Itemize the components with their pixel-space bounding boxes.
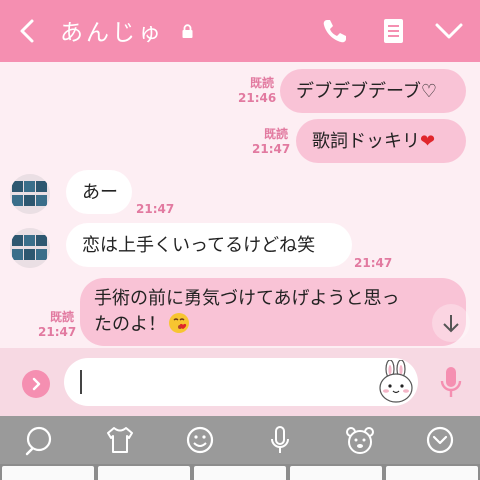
avatar-image (10, 174, 50, 214)
read-receipt: 既読 (249, 76, 274, 90)
avatar[interactable] (10, 228, 50, 268)
message-meta: 既読 21:46 (238, 76, 277, 106)
chevron-down-icon[interactable] (424, 424, 456, 456)
message-bubble-out[interactable]: デブデブデーブ♡ (280, 69, 466, 113)
keyboard-key[interactable] (386, 466, 478, 480)
tshirt-icon[interactable] (104, 424, 136, 456)
mic-button[interactable] (436, 364, 466, 400)
chat-title: あんじゅ (60, 20, 164, 46)
keyboard-key[interactable] (2, 466, 94, 480)
message-text: 恋は上手くいってるけどね笑 (82, 235, 316, 256)
message-bubble-in[interactable]: あー (66, 170, 132, 214)
read-receipt: 既読 (49, 310, 74, 324)
scroll-to-bottom-button[interactable] (432, 304, 470, 342)
notes-button[interactable] (376, 14, 410, 48)
read-receipt: 既読 (263, 127, 288, 141)
timestamp: 21:47 (252, 142, 291, 156)
mic-icon[interactable] (264, 424, 296, 456)
timestamp: 21:46 (238, 91, 277, 105)
avatar-image (10, 228, 50, 268)
lock-icon (182, 24, 193, 38)
keyboard-toolbar (0, 416, 480, 464)
chevron-right-icon (32, 377, 41, 391)
bear-icon[interactable] (344, 424, 376, 456)
timestamp: 21:47 (354, 256, 393, 270)
message-meta: 既読 21:47 (252, 127, 291, 157)
message-meta: 既読 21:47 (38, 310, 77, 340)
message-bubble-in[interactable]: 恋は上手くいってるけどね笑 (66, 223, 352, 267)
call-button[interactable] (318, 14, 352, 48)
message-text-line1: 手術の前に勇気づけてあげようと思っ (94, 288, 400, 309)
smiley-icon[interactable] (184, 424, 216, 456)
keyboard-key[interactable] (98, 466, 190, 480)
message-bubble-out[interactable]: 歌詞ドッキリ❤ (296, 119, 466, 163)
message-text: あー (82, 182, 118, 203)
message-bubble-out[interactable]: 手術の前に勇気づけてあげようと思っ たのよ！ (80, 278, 466, 346)
heart-emoji: ❤ (420, 131, 436, 152)
sticker-button[interactable] (378, 360, 414, 404)
timestamp: 21:47 (38, 325, 77, 339)
message-text-line2: たのよ！ (94, 314, 166, 335)
text-cursor (80, 370, 82, 394)
search-icon[interactable] (24, 424, 56, 456)
arrow-down-icon (443, 315, 459, 333)
kiss-emoji-icon (169, 313, 189, 333)
message-text: 歌詞ドッキリ (312, 131, 420, 152)
message-input[interactable] (64, 358, 418, 406)
keyboard-key[interactable] (194, 466, 286, 480)
chat-header: あんじゅ (0, 0, 480, 62)
keyboard-key[interactable] (290, 466, 382, 480)
message-text: デブデブデーブ♡ (296, 81, 438, 102)
back-button[interactable] (10, 14, 44, 48)
expand-button[interactable] (22, 370, 50, 398)
timestamp: 21:47 (136, 202, 175, 216)
chevron-down-icon[interactable] (432, 16, 466, 46)
avatar[interactable] (10, 174, 50, 214)
